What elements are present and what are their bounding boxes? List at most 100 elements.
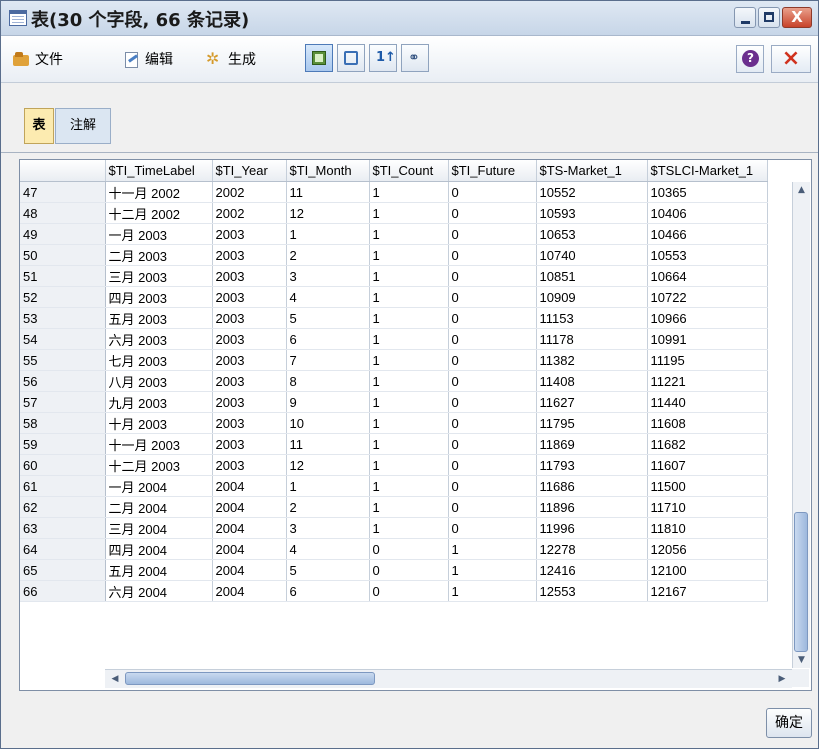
table-row[interactable]: 50 二月 2003 2003 2 1 0 10740 10553 — [20, 244, 768, 266]
table-cell[interactable]: 1 — [369, 223, 449, 245]
row-number[interactable]: 58 — [20, 412, 106, 434]
table-cell[interactable]: 1 — [369, 517, 449, 539]
table-cell[interactable]: 10553 — [647, 244, 768, 266]
ok-button[interactable]: 确定 — [766, 708, 812, 738]
table-cell[interactable]: 2003 — [212, 391, 287, 413]
row-number[interactable]: 56 — [20, 370, 106, 392]
title-bar[interactable]: 表(30 个字段, 66 条记录) X — [1, 1, 818, 36]
table-cell[interactable]: 1 — [448, 538, 537, 560]
table-cell[interactable]: 11195 — [647, 349, 768, 371]
table-cell[interactable]: 2003 — [212, 370, 287, 392]
table-row[interactable]: 60 十二月 2003 2003 12 1 0 11793 11607 — [20, 454, 768, 476]
table-cell[interactable]: 1 — [286, 223, 370, 245]
table-cell[interactable]: 2004 — [212, 559, 287, 581]
row-number[interactable]: 52 — [20, 286, 106, 308]
table-cell[interactable]: 1 — [369, 202, 449, 224]
table-row[interactable]: 61 一月 2004 2004 1 1 0 11686 11500 — [20, 475, 768, 497]
table-cell[interactable]: 二月 2003 — [105, 244, 213, 266]
maximize-button[interactable] — [758, 7, 780, 28]
table-cell[interactable]: 1 — [286, 475, 370, 497]
file-menu[interactable]: 文件 — [13, 49, 63, 69]
vertical-scrollbar[interactable]: ▲ ▼ — [792, 182, 810, 668]
table-cell[interactable]: 12100 — [647, 559, 768, 581]
table-cell[interactable]: 10466 — [647, 223, 768, 245]
table-cell[interactable]: 0 — [369, 559, 449, 581]
tab-annotations[interactable]: 注解 — [55, 108, 111, 144]
table-cell[interactable]: 11869 — [536, 433, 648, 455]
table-cell[interactable]: 二月 2004 — [105, 496, 213, 518]
table-cell[interactable]: 11607 — [647, 454, 768, 476]
table-cell[interactable]: 2003 — [212, 412, 287, 434]
row-number[interactable]: 65 — [20, 559, 106, 581]
table-cell[interactable]: 2003 — [212, 307, 287, 329]
table-cell[interactable]: 10593 — [536, 202, 648, 224]
table-cell[interactable]: 11686 — [536, 475, 648, 497]
table-cell[interactable]: 11382 — [536, 349, 648, 371]
table-cell[interactable]: 0 — [369, 580, 449, 602]
table-cell[interactable]: 0 — [448, 496, 537, 518]
table-row[interactable]: 54 六月 2003 2003 6 1 0 11178 10991 — [20, 328, 768, 350]
scroll-thumb[interactable] — [125, 672, 375, 685]
table-cell[interactable]: 10552 — [536, 181, 648, 203]
row-number[interactable]: 59 — [20, 433, 106, 455]
table-cell[interactable]: 11896 — [536, 496, 648, 518]
table-cell[interactable]: 1 — [369, 265, 449, 287]
table-cell[interactable]: 11810 — [647, 517, 768, 539]
row-number-header[interactable] — [20, 160, 106, 182]
table-row[interactable]: 58 十月 2003 2003 10 1 0 11795 11608 — [20, 412, 768, 434]
table-cell[interactable]: 0 — [448, 307, 537, 329]
help-button[interactable]: ? — [736, 45, 764, 73]
table-cell[interactable]: 3 — [286, 265, 370, 287]
table-row[interactable]: 64 四月 2004 2004 4 0 1 12278 12056 — [20, 538, 768, 560]
table-cell[interactable]: 11500 — [647, 475, 768, 497]
scroll-up-icon[interactable]: ▲ — [793, 182, 810, 198]
table-cell[interactable]: 11153 — [536, 307, 648, 329]
table-cell[interactable]: 11608 — [647, 412, 768, 434]
table-cell[interactable]: 5 — [286, 559, 370, 581]
scroll-left-icon[interactable]: ◀ — [107, 671, 123, 687]
table-cell[interactable]: 1 — [369, 475, 449, 497]
table-cell[interactable]: 0 — [448, 202, 537, 224]
find-button[interactable]: ⚭ — [401, 44, 429, 72]
table-cell[interactable]: 0 — [448, 181, 537, 203]
table-cell[interactable]: 6 — [286, 328, 370, 350]
table-cell[interactable]: 2003 — [212, 286, 287, 308]
table-cell[interactable]: 2004 — [212, 496, 287, 518]
table-cell[interactable]: 2003 — [212, 265, 287, 287]
table-cell[interactable]: 11440 — [647, 391, 768, 413]
print-button[interactable] — [337, 44, 365, 72]
column-header[interactable]: $TI_Count — [369, 160, 449, 182]
column-header[interactable]: $TI_Year — [212, 160, 287, 182]
table-cell[interactable]: 0 — [448, 517, 537, 539]
table-cell[interactable]: 11 — [286, 433, 370, 455]
generate-menu[interactable]: 生成 — [206, 49, 256, 69]
table-row[interactable]: 65 五月 2004 2004 5 0 1 12416 12100 — [20, 559, 768, 581]
table-cell[interactable]: 12 — [286, 202, 370, 224]
table-row[interactable]: 51 三月 2003 2003 3 1 0 10851 10664 — [20, 265, 768, 287]
table-cell[interactable]: 0 — [448, 349, 537, 371]
table-cell[interactable]: 1 — [369, 349, 449, 371]
table-cell[interactable]: 11793 — [536, 454, 648, 476]
table-cell[interactable]: 3 — [286, 517, 370, 539]
table-cell[interactable]: 11221 — [647, 370, 768, 392]
table-cell[interactable]: 10 — [286, 412, 370, 434]
table-cell[interactable]: 2 — [286, 496, 370, 518]
table-cell[interactable]: 十二月 2003 — [105, 454, 213, 476]
table-cell[interactable]: 0 — [448, 223, 537, 245]
table-cell[interactable]: 1 — [369, 433, 449, 455]
table-row[interactable]: 53 五月 2003 2003 5 1 0 11153 10966 — [20, 307, 768, 329]
table-cell[interactable]: 0 — [448, 412, 537, 434]
table-cell[interactable]: 11996 — [536, 517, 648, 539]
table-cell[interactable]: 10406 — [647, 202, 768, 224]
table-cell[interactable]: 10851 — [536, 265, 648, 287]
row-number[interactable]: 60 — [20, 454, 106, 476]
table-cell[interactable]: 1 — [369, 496, 449, 518]
row-number[interactable]: 49 — [20, 223, 106, 245]
table-cell[interactable]: 0 — [448, 265, 537, 287]
table-cell[interactable]: 2004 — [212, 538, 287, 560]
table-cell[interactable]: 2004 — [212, 475, 287, 497]
table-cell[interactable]: 1 — [369, 244, 449, 266]
table-row[interactable]: 52 四月 2003 2003 4 1 0 10909 10722 — [20, 286, 768, 308]
scroll-right-icon[interactable]: ▶ — [774, 671, 790, 687]
table-cell[interactable]: 0 — [448, 244, 537, 266]
